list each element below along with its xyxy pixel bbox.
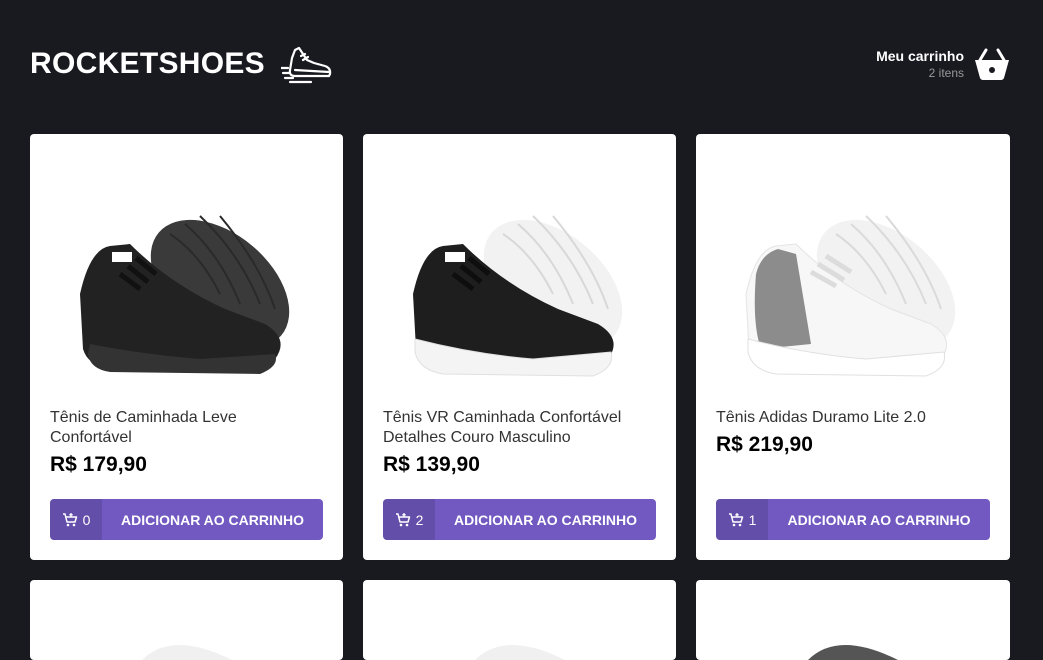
product-card: Tênis de Caminhada Leve Confortável R$ 1… bbox=[30, 134, 343, 560]
product-card bbox=[30, 580, 343, 660]
add-to-cart-button[interactable]: 0 ADICIONAR AO CARRINHO bbox=[50, 499, 323, 540]
add-to-cart-button[interactable]: 2 ADICIONAR AO CARRINHO bbox=[383, 499, 656, 540]
product-image bbox=[474, 645, 565, 660]
product-price: R$ 139,90 bbox=[383, 453, 480, 476]
cart-amount-value: 0 bbox=[82, 511, 91, 528]
logo-text: ROCKETSHOES bbox=[30, 47, 265, 80]
product-title: Tênis VR Caminhada Confortável Detalhes … bbox=[383, 409, 622, 446]
product-card bbox=[363, 580, 676, 660]
add-shopping-cart-icon bbox=[62, 512, 77, 526]
add-shopping-cart-icon bbox=[728, 512, 743, 526]
cart-amount: 0 bbox=[50, 499, 102, 540]
cart-amount: 1 bbox=[716, 499, 768, 540]
cart-title: Meu carrinho bbox=[876, 48, 964, 64]
product-card: Tênis VR Caminhada Confortável Detalhes … bbox=[363, 134, 676, 560]
cart-amount-value: 1 bbox=[748, 511, 757, 528]
product-title: Tênis Adidas Duramo Lite 2.0 bbox=[716, 409, 926, 426]
add-to-cart-label: ADICIONAR AO CARRINHO bbox=[787, 511, 971, 528]
shopping-basket-icon bbox=[975, 48, 1009, 80]
cart-amount-value: 2 bbox=[415, 511, 424, 528]
add-to-cart-label: ADICIONAR AO CARRINHO bbox=[453, 511, 638, 528]
cart-info: Meu carrinho 2 itens bbox=[876, 47, 964, 81]
add-to-cart-label: ADICIONAR AO CARRINHO bbox=[120, 511, 305, 528]
product-price: R$ 219,90 bbox=[716, 433, 813, 456]
product-image bbox=[808, 645, 898, 660]
product-image bbox=[413, 215, 623, 377]
add-shopping-cart-icon bbox=[395, 512, 410, 526]
header: ROCKETSHOES Meu carrinho 2 itens bbox=[30, 40, 1010, 88]
product-list: Tênis de Caminhada Leve Confortável R$ 1… bbox=[30, 134, 1010, 660]
cart-count: 2 itens bbox=[928, 66, 964, 80]
cart-amount: 2 bbox=[383, 499, 435, 540]
add-to-cart-button[interactable]: 1 ADICIONAR AO CARRINHO bbox=[716, 499, 990, 540]
product-image bbox=[745, 215, 956, 377]
product-title: Tênis de Caminhada Leve Confortável bbox=[50, 409, 237, 446]
product-card bbox=[696, 580, 1010, 660]
cart-link[interactable]: Meu carrinho 2 itens bbox=[876, 46, 1010, 82]
running-shoe-icon bbox=[281, 46, 332, 84]
product-image bbox=[141, 645, 232, 660]
product-card: Tênis Adidas Duramo Lite 2.0 R$ 219,90 1… bbox=[696, 134, 1010, 560]
product-price: R$ 179,90 bbox=[50, 453, 147, 476]
product-image bbox=[80, 215, 290, 374]
logo-link[interactable]: ROCKETSHOES bbox=[30, 40, 333, 88]
